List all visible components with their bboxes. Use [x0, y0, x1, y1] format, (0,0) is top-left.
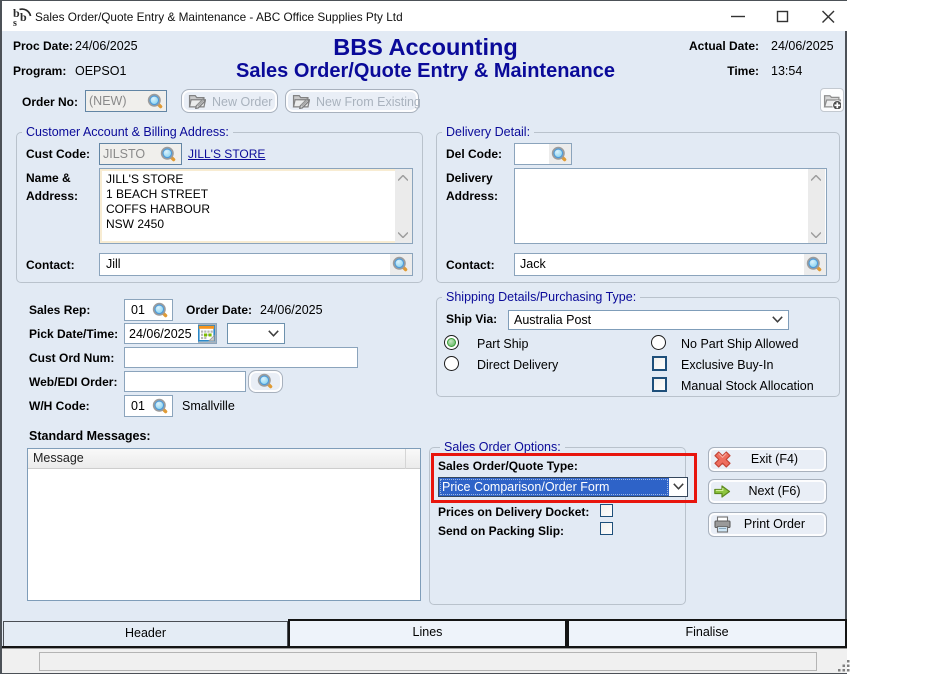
svg-text:b: b: [20, 10, 27, 24]
svg-text:s: s: [13, 18, 17, 27]
